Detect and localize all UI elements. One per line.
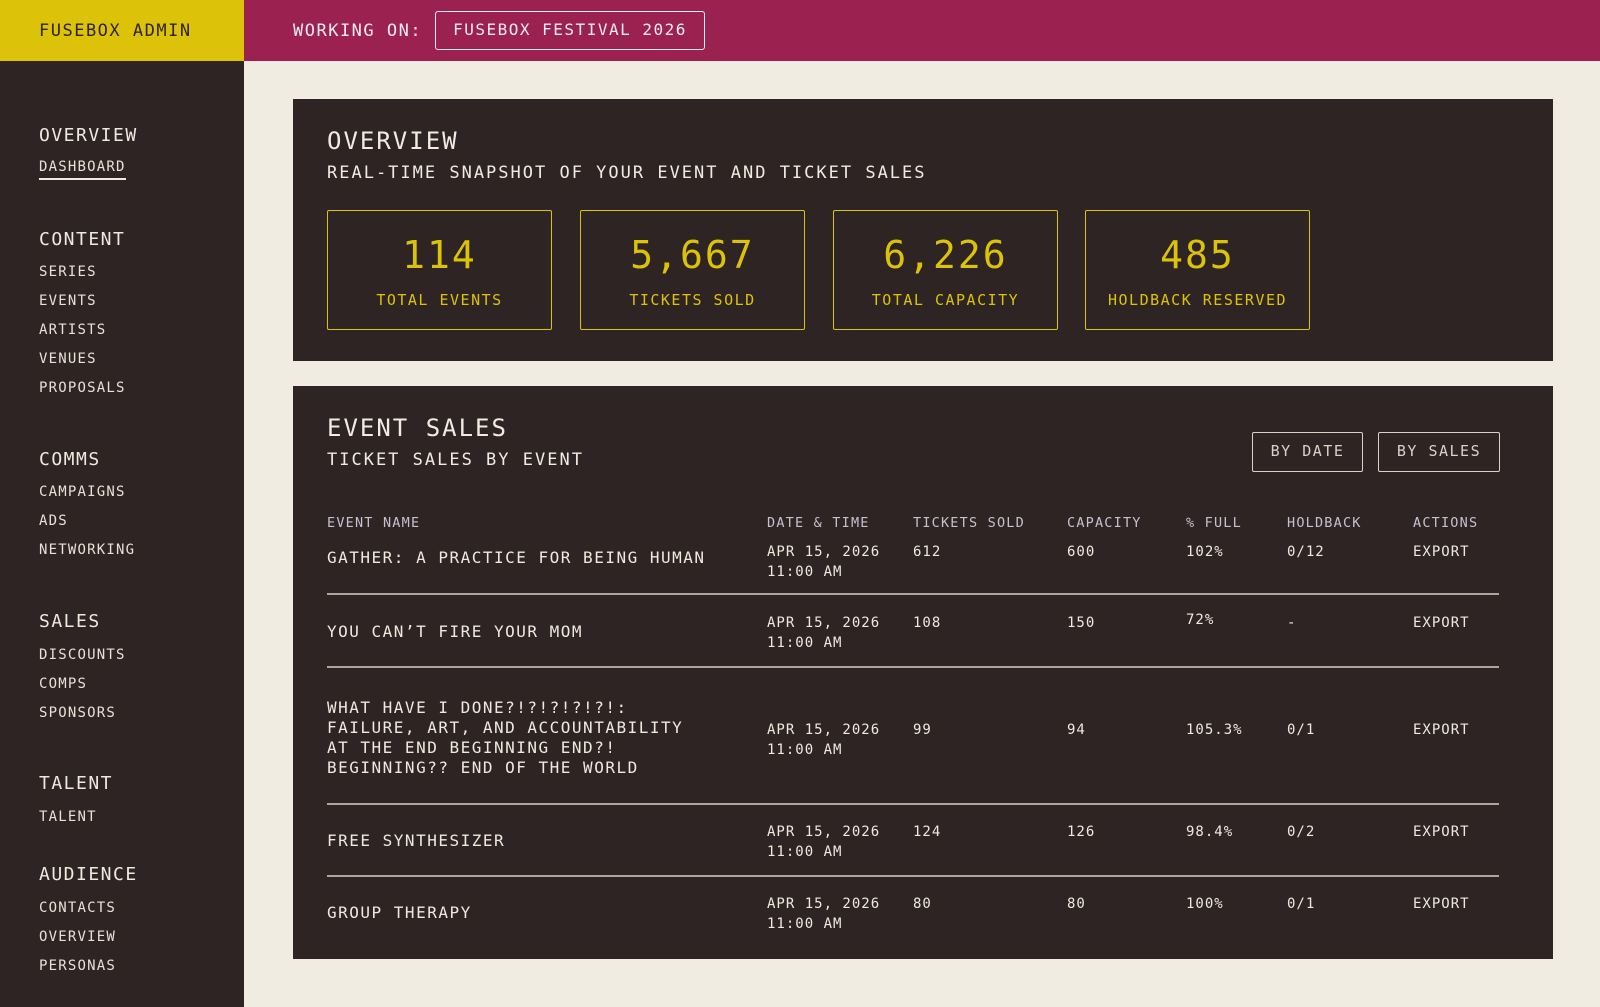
sort-by-sales-button[interactable]: BY SALES	[1378, 432, 1500, 472]
sidebar-item-events[interactable]: EVENTS	[39, 293, 97, 309]
sidebar-item-campaigns[interactable]: CAMPAIGNS	[39, 484, 126, 500]
sidebar-item-series[interactable]: SERIES	[39, 264, 97, 280]
sidebar-item-talent[interactable]: TALENT	[39, 809, 97, 825]
festival-selector[interactable]: FUSEBOX FESTIVAL 2026	[435, 11, 705, 50]
export-link[interactable]: EXPORT	[1413, 613, 1470, 633]
column-header-tickets-sold[interactable]: TICKETS SOLD	[913, 515, 1025, 531]
column-header-capacity[interactable]: CAPACITY	[1067, 515, 1142, 531]
stat-card-total-capacity: 6,226 TOTAL CAPACITY	[833, 210, 1058, 330]
tickets-sold: 124	[913, 824, 942, 840]
sidebar-item-discounts[interactable]: DISCOUNTS	[39, 647, 126, 663]
event-date: APR 15, 2026 11:00 AM	[767, 615, 881, 651]
sidebar-item-ads[interactable]: ADS	[39, 513, 68, 529]
sidebar-item-proposals[interactable]: PROPOSALS	[39, 380, 126, 396]
sidebar-item-dashboard[interactable]: DASHBOARD	[39, 159, 126, 180]
sort-by-date-button[interactable]: BY DATE	[1252, 432, 1363, 472]
event-sales-panel: EVENT SALES TICKET SALES BY EVENT BY DAT…	[293, 386, 1553, 959]
overview-subtitle: REAL-TIME SNAPSHOT OF YOUR EVENT AND TIC…	[327, 163, 927, 183]
sidebar-item-sponsors[interactable]: SPONSORS	[39, 705, 116, 721]
row-divider	[327, 803, 1499, 805]
event-name[interactable]: WHAT HAVE I DONE?!?!?!?!?!: FAILURE, ART…	[327, 698, 683, 778]
export-link[interactable]: EXPORT	[1413, 894, 1470, 914]
stat-label: HOLDBACK RESERVED	[1107, 291, 1288, 309]
capacity: 150	[1067, 615, 1096, 631]
holdback: -	[1287, 615, 1297, 631]
tickets-sold: 99	[913, 722, 932, 738]
export-link[interactable]: EXPORT	[1413, 822, 1470, 842]
sidebar-item-personas[interactable]: PERSONAS	[39, 958, 116, 974]
tickets-sold: 80	[913, 896, 932, 912]
stat-card-total-events: 114 TOTAL EVENTS	[327, 210, 552, 330]
column-header-actions: ACTIONS	[1413, 515, 1479, 531]
row-divider	[327, 666, 1499, 668]
sidebar-item-networking[interactable]: NETWORKING	[39, 542, 135, 558]
sidebar-item-comps[interactable]: COMPS	[39, 676, 87, 692]
nav-heading-overview: OVERVIEW	[39, 125, 138, 146]
sidebar-item-venues[interactable]: VENUES	[39, 351, 97, 367]
capacity: 80	[1067, 896, 1086, 912]
stat-value: 114	[402, 233, 477, 277]
event-sales-title: EVENT SALES	[327, 414, 508, 442]
percent-full: 102%	[1186, 544, 1224, 560]
nav-heading-content: CONTENT	[39, 229, 126, 250]
percent-full: 72%	[1186, 612, 1215, 628]
nav-heading-sales: SALES	[39, 611, 101, 632]
working-on-label: WORKING ON:	[293, 20, 423, 41]
column-header-percent-full[interactable]: % FULL	[1186, 515, 1242, 531]
column-header-holdback[interactable]: HOLDBACK	[1287, 515, 1362, 531]
tickets-sold: 108	[913, 615, 942, 631]
event-name[interactable]: FREE SYNTHESIZER	[327, 831, 505, 851]
percent-full: 100%	[1186, 896, 1224, 912]
holdback: 0/1	[1287, 896, 1316, 912]
holdback: 0/12	[1287, 544, 1325, 560]
event-name[interactable]: GATHER: A PRACTICE FOR BEING HUMAN	[327, 548, 706, 568]
nav-heading-audience: AUDIENCE	[39, 864, 138, 885]
stat-value: 485	[1160, 233, 1235, 277]
column-header-event-name[interactable]: EVENT NAME	[327, 515, 420, 531]
capacity: 600	[1067, 544, 1096, 560]
event-date: APR 15, 2026 11:00 AM	[767, 544, 881, 580]
event-date: APR 15, 2026 11:00 AM	[767, 896, 881, 932]
row-divider	[327, 593, 1499, 595]
sidebar-item-audience-overview[interactable]: OVERVIEW	[39, 929, 116, 945]
export-link[interactable]: EXPORT	[1413, 720, 1470, 740]
event-name[interactable]: YOU CAN’T FIRE YOUR MOM	[327, 622, 583, 642]
holdback: 0/2	[1287, 824, 1316, 840]
capacity: 126	[1067, 824, 1096, 840]
event-date: APR 15, 2026 11:00 AM	[767, 722, 881, 758]
event-date: APR 15, 2026 11:00 AM	[767, 824, 881, 860]
tickets-sold: 612	[913, 544, 942, 560]
sidebar-item-contacts[interactable]: CONTACTS	[39, 900, 116, 916]
stat-card-holdback-reserved: 485 HOLDBACK RESERVED	[1085, 210, 1310, 330]
top-bar: WORKING ON: FUSEBOX FESTIVAL 2026	[244, 0, 1600, 61]
stat-card-tickets-sold: 5,667 TICKETS SOLD	[580, 210, 805, 330]
event-name[interactable]: GROUP THERAPY	[327, 903, 472, 923]
stat-label: TOTAL EVENTS	[376, 291, 503, 309]
overview-title: OVERVIEW	[327, 127, 459, 155]
sidebar: OVERVIEW DASHBOARD CONTENT SERIES EVENTS…	[0, 61, 244, 1007]
event-sales-subtitle: TICKET SALES BY EVENT	[327, 450, 584, 470]
stat-value: 6,226	[883, 233, 1008, 277]
holdback: 0/1	[1287, 722, 1316, 738]
percent-full: 105.3%	[1186, 722, 1243, 738]
capacity: 94	[1067, 722, 1086, 738]
stat-label: TICKETS SOLD	[629, 291, 756, 309]
row-divider	[327, 875, 1499, 877]
stat-value: 5,667	[630, 233, 755, 277]
nav-heading-talent: TALENT	[39, 773, 114, 794]
app-brand[interactable]: FUSEBOX ADMIN	[0, 0, 244, 61]
nav-heading-comms: COMMS	[39, 449, 101, 470]
stat-label: TOTAL CAPACITY	[871, 291, 1020, 309]
sidebar-item-artists[interactable]: ARTISTS	[39, 322, 106, 338]
overview-panel: OVERVIEW REAL-TIME SNAPSHOT OF YOUR EVEN…	[293, 99, 1553, 361]
column-header-date-time[interactable]: DATE & TIME	[767, 515, 870, 531]
percent-full: 98.4%	[1186, 824, 1234, 840]
export-link[interactable]: EXPORT	[1413, 542, 1470, 562]
